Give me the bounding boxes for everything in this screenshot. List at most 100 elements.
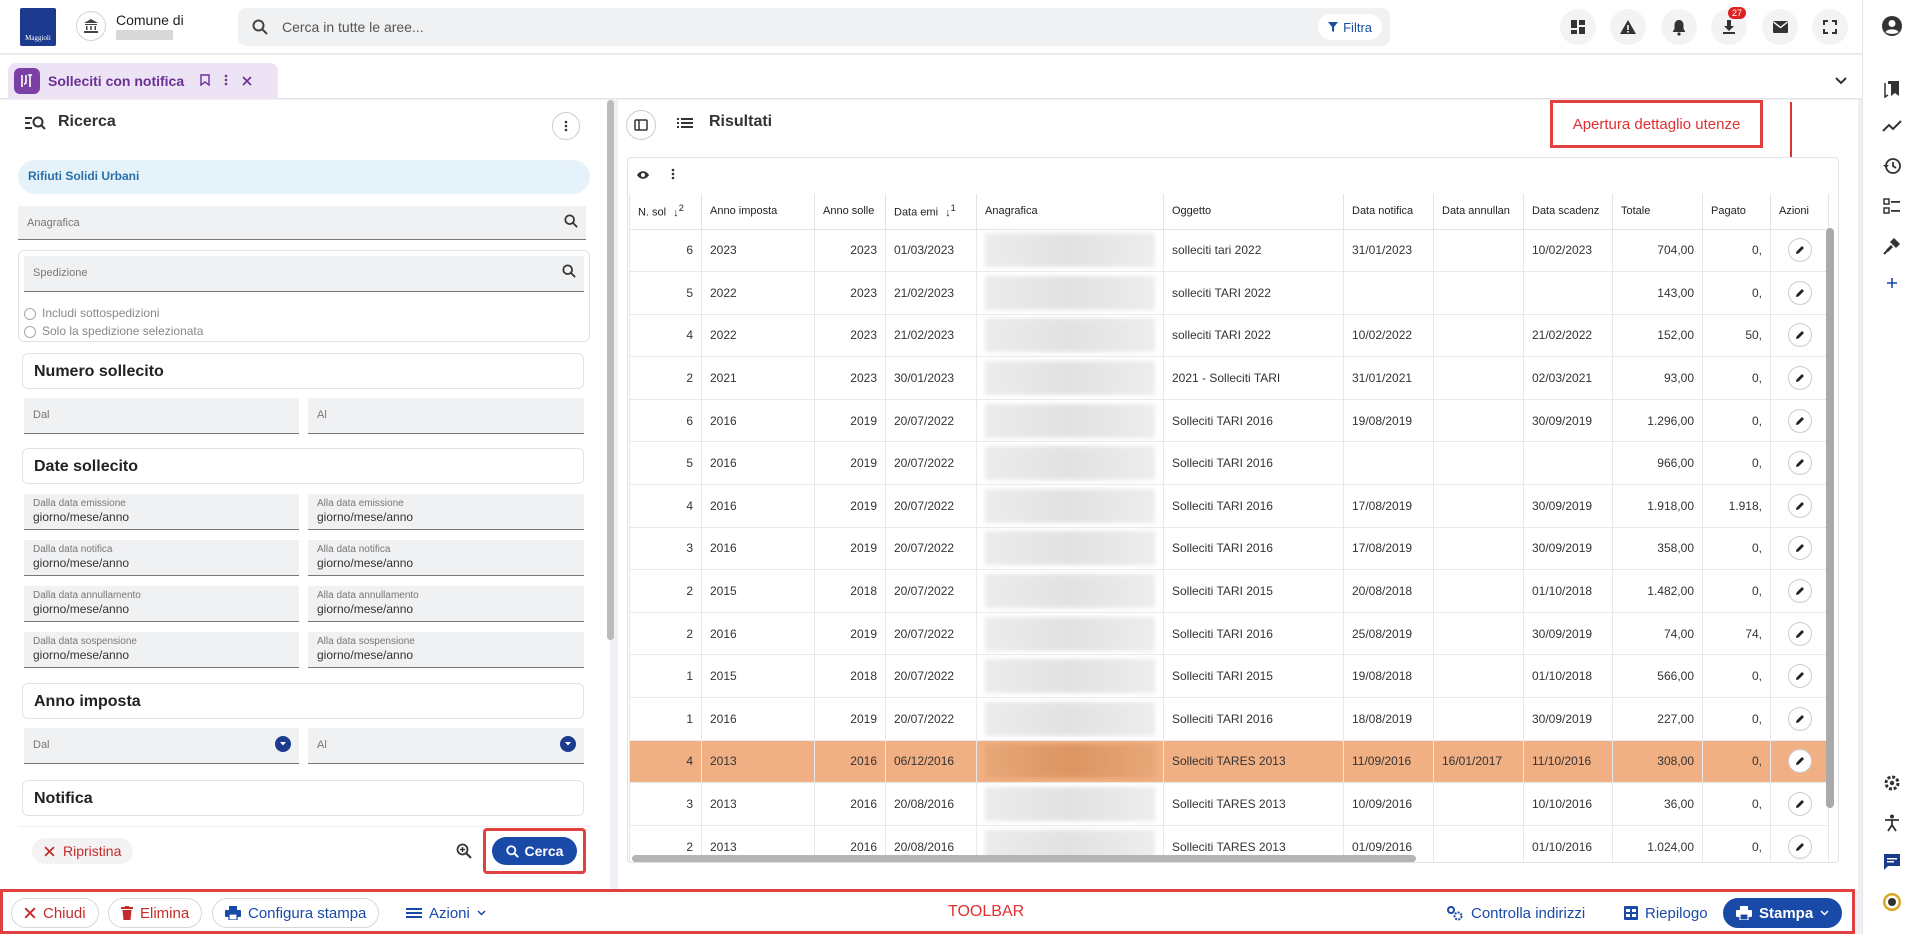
history-icon[interactable] (1879, 153, 1905, 179)
close-icon[interactable] (242, 74, 252, 89)
stampa-button[interactable]: Stampa (1723, 898, 1843, 928)
checklist-icon[interactable] (1879, 193, 1905, 219)
anagrafica-field[interactable]: Anagrafica (18, 206, 586, 240)
ripristina-button[interactable]: Ripristina (32, 838, 134, 864)
numero-al-field[interactable]: Al (308, 398, 584, 434)
chevron-down-icon[interactable] (1834, 74, 1848, 89)
date-field[interactable]: Alla data emissione giorno/mese/anno (308, 494, 584, 530)
azioni-menu-button[interactable]: Azioni (393, 898, 499, 928)
anno-imposta-header[interactable]: Anno imposta (22, 683, 584, 719)
edit-button[interactable] (1787, 621, 1812, 646)
global-search-input[interactable] (282, 8, 1182, 46)
table-row[interactable]: 6 2023 2023 01/03/2023 solleciti tari 2022 31… (629, 228, 1829, 273)
configura-stampa-button[interactable]: Configura stampa (212, 898, 380, 928)
riepilogo-button[interactable]: Riepilogo (1611, 898, 1721, 928)
table-row[interactable]: 4 2022 2023 21/02/2023 solleciti TARI 2022 10… (629, 313, 1829, 358)
edit-button[interactable] (1787, 834, 1812, 859)
column-header[interactable]: Totale (1612, 194, 1703, 230)
chat-icon[interactable] (1879, 849, 1905, 875)
municipality-icon[interactable] (76, 11, 106, 41)
edit-button[interactable] (1787, 408, 1812, 433)
table-row[interactable]: 5 2016 2019 20/07/2022 Solleciti TARI 2016 96… (629, 441, 1829, 486)
notifica-header[interactable]: Notifica (22, 780, 584, 816)
table-row[interactable]: 3 2013 2016 20/08/2016 Solleciti TARES 2013 1… (629, 782, 1829, 826)
edit-button[interactable] (1787, 280, 1812, 305)
edit-button[interactable] (1787, 706, 1812, 731)
maggioli-logo[interactable]: Maggioli (20, 8, 56, 46)
date-field[interactable]: Dalla data emissione giorno/mese/anno (24, 494, 299, 530)
numero-sollecito-header[interactable]: Numero sollecito (22, 353, 584, 389)
edit-button[interactable] (1787, 664, 1812, 689)
edit-button[interactable] (1787, 451, 1812, 476)
tipo-tributo-chip[interactable]: Rifiuti Solidi Urbani (18, 160, 590, 194)
trending-icon[interactable] (1879, 113, 1905, 139)
includi-sottospedizioni-radio[interactable]: Includi sottospedizioni (24, 305, 159, 320)
table-row[interactable]: 2 2015 2018 20/07/2022 Solleciti TARI 2015 20… (629, 569, 1829, 613)
date-field[interactable]: Alla data notifica giorno/mese/anno (308, 540, 584, 576)
add-icon[interactable] (1879, 270, 1905, 296)
eye-icon[interactable] (636, 168, 650, 183)
toggle-sidebar-button[interactable] (626, 110, 656, 140)
table-row[interactable]: 4 2016 2019 20/07/2022 Solleciti TARI 2016 17… (629, 484, 1829, 528)
support-icon[interactable] (1879, 889, 1905, 915)
column-header[interactable]: N. sol ↓2 (629, 194, 702, 230)
column-header[interactable]: Oggetto (1163, 194, 1344, 230)
numero-dal-field[interactable]: Dal (24, 398, 299, 434)
edit-button[interactable] (1787, 792, 1812, 817)
dashboard-icon[interactable] (1560, 9, 1596, 45)
anno-al-select[interactable]: Al (308, 728, 584, 764)
column-header[interactable]: Anno imposta (701, 194, 815, 230)
account-icon[interactable] (1879, 13, 1905, 39)
date-field[interactable]: Alla data sospensione giorno/mese/anno (308, 632, 584, 668)
table-row[interactable]: 1 2015 2018 20/07/2022 Solleciti TARI 2015 19… (629, 654, 1829, 699)
table-row[interactable]: 3 2016 2019 20/07/2022 Solleciti TARI 2016 17… (629, 526, 1829, 571)
date-field[interactable]: Dalla data notifica giorno/mese/anno (24, 540, 299, 576)
plugin-icon[interactable] (1879, 233, 1905, 259)
accessibility-icon[interactable] (1879, 810, 1905, 836)
settings-icon[interactable] (1879, 770, 1905, 796)
column-header[interactable]: Azioni (1770, 194, 1829, 230)
edit-button[interactable] (1787, 493, 1812, 518)
grid-horizontal-scrollbar[interactable] (632, 855, 1416, 862)
column-header[interactable]: Data emi ↓1 (885, 194, 977, 230)
bell-icon[interactable] (1661, 9, 1697, 45)
column-header[interactable]: Anno solle (814, 194, 886, 230)
mail-icon[interactable] (1762, 9, 1798, 45)
search-panel-more-button[interactable] (552, 112, 580, 140)
edit-button[interactable] (1787, 749, 1812, 774)
table-row[interactable]: 2 2016 2019 20/07/2022 Solleciti TARI 2016 25… (629, 611, 1829, 656)
column-header[interactable]: Data annullan (1433, 194, 1524, 230)
more-vert-icon[interactable] (224, 74, 228, 89)
chiudi-button[interactable]: Chiudi (11, 898, 99, 928)
zoom-in-button[interactable] (450, 837, 478, 865)
edit-button[interactable] (1787, 366, 1812, 391)
search-panel-scrollbar[interactable] (607, 100, 614, 640)
edit-button[interactable] (1787, 536, 1812, 561)
column-header[interactable]: Anagrafica (976, 194, 1164, 230)
table-row[interactable]: 6 2016 2019 20/07/2022 Solleciti TARI 2016 19… (629, 398, 1829, 443)
anno-dal-select[interactable]: Dal (24, 728, 299, 764)
bookmark-icon[interactable] (200, 73, 210, 89)
tab-solleciti[interactable]: Solleciti con notifica (8, 63, 278, 99)
date-sollecito-header[interactable]: Date sollecito (22, 448, 584, 484)
column-header[interactable]: Data notifica (1343, 194, 1434, 230)
search-icon[interactable] (564, 214, 578, 231)
date-field[interactable]: Dalla data sospensione giorno/mese/anno (24, 632, 299, 668)
edit-button[interactable] (1787, 579, 1812, 604)
download-icon[interactable]: 27 (1711, 7, 1747, 45)
table-row[interactable]: 1 2016 2019 20/07/2022 Solleciti TARI 2016 18… (629, 697, 1829, 741)
table-row[interactable]: 5 2022 2023 21/02/2023 solleciti TARI 2022 14… (629, 271, 1829, 315)
table-row[interactable]: 2 2021 2023 30/01/2023 2021 - Solleciti TARI… (629, 356, 1829, 400)
date-field[interactable]: Alla data annullamento giorno/mese/anno (308, 586, 584, 622)
column-header[interactable]: Pagato (1702, 194, 1771, 230)
fullscreen-icon[interactable] (1812, 9, 1848, 45)
search-icon[interactable] (562, 264, 576, 281)
spedizione-field[interactable]: Spedizione (24, 256, 584, 292)
controlla-indirizzi-button[interactable]: Controlla indirizzi (1433, 898, 1599, 928)
solo-spedizione-radio[interactable]: Solo la spedizione selezionata (24, 323, 203, 338)
edit-button[interactable] (1787, 323, 1812, 348)
filter-button[interactable]: Filtra (1318, 14, 1382, 40)
table-row[interactable]: 4 2013 2016 06/12/2016 Solleciti TARES 2013 1… (629, 739, 1829, 784)
date-field[interactable]: Dalla data annullamento giorno/mese/anno (24, 586, 299, 622)
elimina-button[interactable]: Elimina (108, 898, 203, 928)
